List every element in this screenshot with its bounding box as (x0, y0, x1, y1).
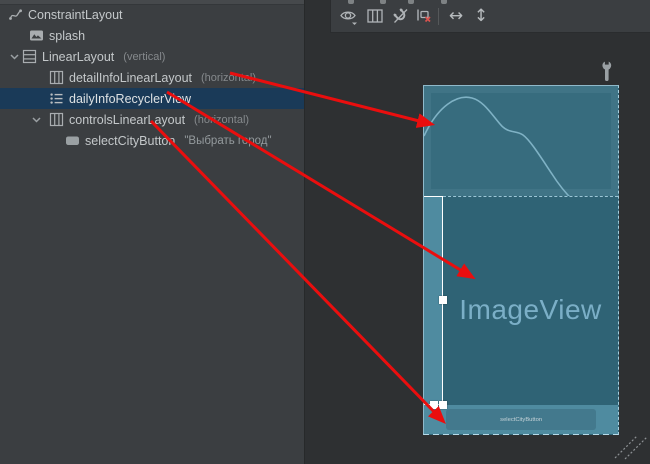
imageview-icon (29, 28, 44, 43)
pan-vertical-icon[interactable]: ↕ (472, 7, 490, 25)
select-city-button-preview[interactable]: selectCityButton (446, 409, 596, 430)
chevron-down-icon[interactable] (8, 50, 21, 63)
tree-label: controlsLinearLayout (69, 113, 185, 127)
tree-label: selectCityButton (85, 134, 175, 148)
toolbar-separator (438, 8, 439, 25)
imageview-component[interactable]: ImageView (443, 196, 618, 405)
tree-row-controlslinearlayout[interactable]: controlsLinearLayout (horizontal) (0, 109, 304, 130)
linearlayout-vertical-icon (22, 49, 37, 64)
cutoff-toolbar-dot (408, 0, 414, 4)
controls-linearlayout-region[interactable]: selectCityButton (424, 405, 618, 434)
component-tree: ConstraintLayout splash LinearLayout (ve… (0, 4, 304, 151)
tree-row-detailinfolinearlayout[interactable]: detailInfoLinearLayout (horizontal) (0, 67, 304, 88)
tree-text-value: "Выбрать город" (184, 135, 271, 147)
detail-info-linearlayout-region[interactable] (424, 86, 618, 196)
component-tree-panel: ConstraintLayout splash LinearLayout (ve… (0, 0, 305, 464)
button-icon (65, 133, 80, 148)
selection-handle-right-mid[interactable] (439, 296, 447, 304)
cutoff-toolbar-dot (348, 0, 354, 4)
tree-annotation: (vertical) (123, 51, 165, 63)
preview-resize-grip[interactable] (612, 428, 650, 464)
tree-label: dailyInfoRecyclerView (69, 92, 191, 106)
linearlayout-horizontal-icon (49, 70, 64, 85)
linearlayout-horizontal-icon (49, 112, 64, 127)
tree-label: ConstraintLayout (28, 8, 123, 22)
constraint-layout-icon (8, 7, 23, 22)
tree-label: detailInfoLinearLayout (69, 71, 192, 85)
tree-label: splash (49, 29, 85, 43)
tree-row-dailyinforecyclerview[interactable]: dailyInfoRecyclerView (0, 88, 304, 109)
design-toolbar: ↔ ↕ (330, 0, 650, 33)
design-blueprint-toggle-icon[interactable] (366, 7, 384, 25)
cutoff-toolbar-dot (441, 0, 447, 4)
autoconnect-off-icon[interactable] (392, 7, 410, 25)
tree-row-splash[interactable]: splash (0, 25, 304, 46)
layout-editor: ConstraintLayout splash LinearLayout (ve… (0, 0, 650, 464)
device-screen-preview[interactable]: ImageView selectCityButton (423, 85, 619, 435)
tree-row-linearlayout[interactable]: LinearLayout (vertical) (0, 46, 304, 67)
pan-horizontal-icon[interactable]: ↔ (447, 7, 465, 25)
cutoff-toolbar-dot (380, 0, 386, 4)
view-options-icon[interactable] (339, 7, 357, 25)
selection-handle-bottom-mid[interactable] (430, 401, 438, 409)
tree-row-constraintlayout[interactable]: ConstraintLayout (0, 4, 304, 25)
clear-all-constraints-icon[interactable] (414, 7, 432, 25)
tree-row-selectcitybutton[interactable]: selectCityButton "Выбрать город" (0, 130, 304, 151)
selection-handle-bottom-right[interactable] (439, 401, 447, 409)
chevron-down-icon[interactable] (30, 113, 43, 126)
tree-annotation: (horizontal) (201, 72, 256, 84)
select-city-button-label: selectCityButton (500, 416, 542, 422)
tree-annotation: (horizontal) (194, 114, 249, 126)
recyclerview-icon (49, 91, 64, 106)
tree-label: LinearLayout (42, 50, 114, 64)
imageview-label: ImageView (459, 276, 602, 326)
